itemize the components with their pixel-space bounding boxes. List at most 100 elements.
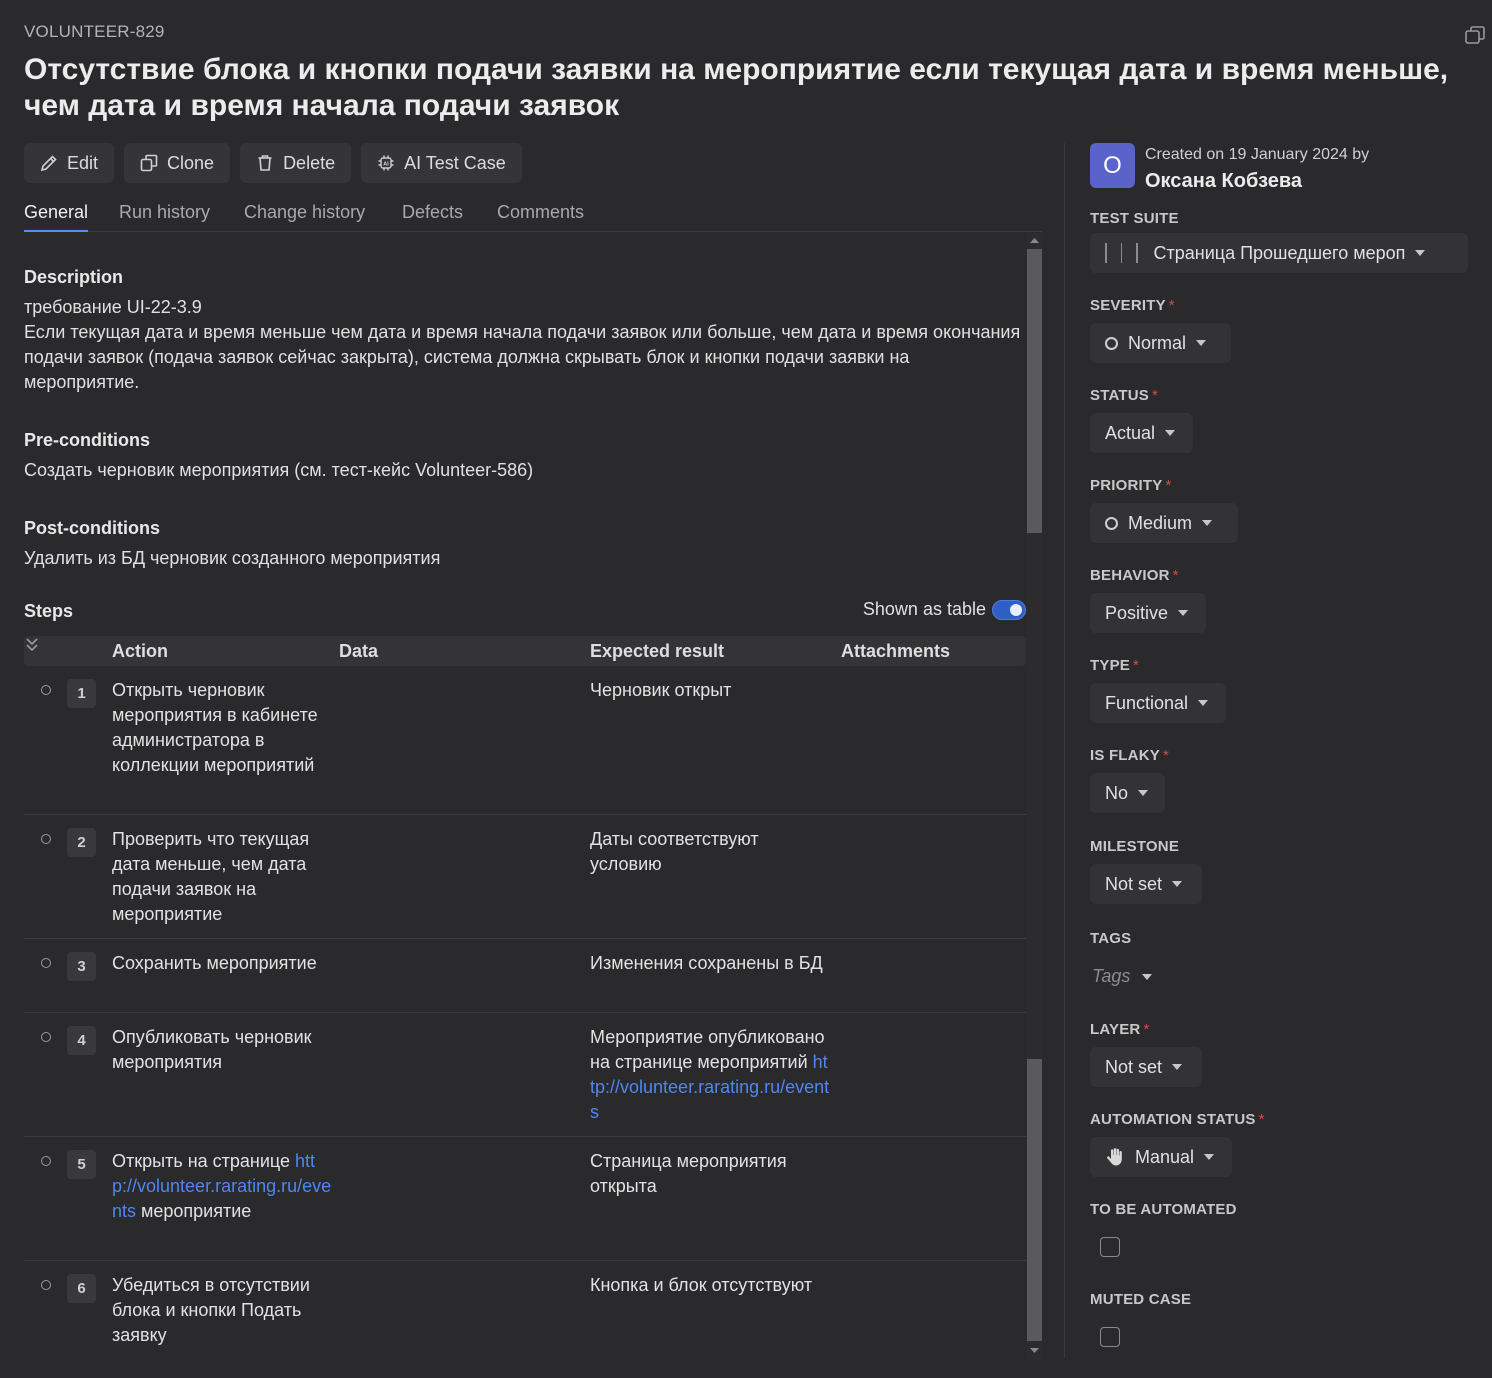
hand-icon	[1107, 1148, 1122, 1166]
chevron-down-icon	[1172, 1064, 1183, 1070]
tab-change-history[interactable]: Change history	[244, 202, 365, 232]
status-select[interactable]: Actual	[1090, 413, 1193, 453]
test-suite-select[interactable]: Страница Прошедшего мероп	[1090, 233, 1468, 273]
chevron-down-icon	[1178, 610, 1189, 616]
required-mark: *	[1162, 747, 1169, 764]
description-line1: требование UI-22-3.9	[24, 297, 202, 317]
step-action: Опубликовать черновик мероприятия	[112, 1027, 312, 1072]
priority-value: Medium	[1128, 512, 1193, 533]
is-flaky-label-text: IS FLAKY	[1090, 747, 1160, 764]
table-row[interactable]: 6 Убедиться в отсутствии блока и кнопки …	[24, 1268, 1026, 1363]
type-label: TYPE *	[1090, 657, 1139, 674]
status-label-text: STATUS	[1090, 387, 1149, 404]
column-data: Data	[339, 641, 379, 661]
step-status-icon	[41, 1280, 51, 1290]
tags-select[interactable]: Tags	[1092, 966, 1153, 987]
step-expected: Даты соответствуют условию	[590, 829, 759, 874]
tab-general[interactable]: General	[24, 202, 89, 232]
muted-case-label: MUTED CASE	[1090, 1291, 1192, 1308]
ai-test-case-button[interactable]: AI AI Test Case	[361, 143, 522, 183]
type-select[interactable]: Functional	[1090, 683, 1226, 723]
column-attachments: Attachments	[841, 641, 951, 661]
tab-defects[interactable]: Defects	[402, 202, 463, 232]
scroll-up-icon[interactable]	[1030, 236, 1039, 245]
steps-heading: Steps	[24, 601, 74, 621]
behavior-label-text: BEHAVIOR	[1090, 567, 1170, 584]
required-mark: *	[1258, 1111, 1265, 1128]
chevron-down-icon	[1202, 520, 1213, 526]
required-mark: *	[1165, 477, 1172, 494]
circle-icon	[1105, 516, 1118, 530]
table-row[interactable]: 3 Сохранить мероприятие Изменения сохран…	[24, 946, 1026, 1013]
table-row[interactable]: 5 Открыть на странице http://volunteer.r…	[24, 1144, 1026, 1261]
test-suite-label: TEST SUITE	[1090, 210, 1179, 227]
scrollbar-thumb[interactable]	[1027, 249, 1042, 533]
step-number: 2	[67, 828, 96, 857]
priority-select[interactable]: Medium	[1090, 503, 1238, 543]
description-text: Если текущая дата и время меньше чем дат…	[24, 322, 1021, 392]
step-action: Открыть черновик мероприятия в кабинете …	[112, 680, 318, 775]
scrollbar-track-segment	[1027, 1059, 1042, 1341]
is-flaky-select[interactable]: No	[1090, 773, 1165, 813]
trash-icon	[258, 155, 272, 171]
test-suite-value: Страница Прошедшего мероп	[1153, 242, 1406, 263]
is-flaky-label: IS FLAKY *	[1090, 747, 1169, 764]
shown-as-table-control: Shown as table	[863, 599, 1026, 620]
panel-divider	[1064, 143, 1065, 1358]
behavior-value: Positive	[1105, 602, 1169, 623]
step-action: Открыть на странице http://volunteer.rar…	[112, 1149, 338, 1224]
ai-test-case-label: AI Test Case	[404, 152, 506, 173]
preconditions-heading: Pre-conditions	[24, 430, 151, 450]
edit-button[interactable]: Edit	[24, 143, 115, 183]
required-mark: *	[1168, 297, 1175, 314]
tab-run-history[interactable]: Run history	[119, 202, 210, 232]
shown-as-table-label: Shown as table	[862, 599, 986, 619]
scroll-down-icon[interactable]	[1030, 1346, 1039, 1355]
muted-case-checkbox[interactable]	[1100, 1327, 1120, 1347]
created-info: Created on 19 January 2024 by	[1145, 146, 1370, 163]
layer-select[interactable]: Not set	[1090, 1047, 1202, 1087]
delete-button[interactable]: Delete	[240, 143, 352, 183]
step-expected: Страница мероприятия открыта	[590, 1151, 787, 1196]
milestone-value: Not set	[1105, 873, 1163, 894]
restore-window-icon[interactable]	[1464, 24, 1486, 46]
toolbar: Edit Clone Delete AI AI Test Case	[24, 143, 522, 183]
clone-label: Clone	[167, 152, 215, 173]
automation-status-label: AUTOMATION STATUS *	[1090, 1111, 1265, 1128]
collapse-all-icon[interactable]	[24, 636, 40, 654]
type-label-text: TYPE	[1090, 657, 1130, 674]
severity-select[interactable]: Normal	[1090, 323, 1231, 363]
behavior-select[interactable]: Positive	[1090, 593, 1206, 633]
column-action: Action	[112, 641, 168, 661]
chevron-down-icon	[1415, 250, 1426, 256]
priority-label-text: PRIORITY	[1090, 477, 1163, 494]
step-expected: Кнопка и блок отсутствуют	[590, 1275, 813, 1295]
severity-value: Normal	[1128, 332, 1187, 353]
general-panel: Description требование UI-22-3.9 Если те…	[24, 233, 1026, 1363]
table-row[interactable]: 2 Проверить что текущая дата меньше, чем…	[24, 822, 1026, 939]
shown-as-table-toggle[interactable]	[992, 599, 1026, 620]
table-row[interactable]: 4 Опубликовать черновик мероприятия Меро…	[24, 1020, 1026, 1137]
severity-label-text: SEVERITY	[1090, 297, 1166, 314]
tab-comments[interactable]: Comments	[497, 202, 584, 232]
required-mark: *	[1172, 567, 1179, 584]
behavior-label: BEHAVIOR *	[1090, 567, 1179, 584]
step-number: 6	[67, 1274, 96, 1303]
clone-button[interactable]: Clone	[124, 143, 231, 183]
milestone-select[interactable]: Not set	[1090, 864, 1202, 904]
is-flaky-value: No	[1105, 782, 1129, 803]
status-label: STATUS *	[1090, 387, 1158, 404]
priority-label: PRIORITY *	[1090, 477, 1172, 494]
case-id: VOLUNTEER-829	[24, 22, 165, 41]
table-row[interactable]: 1 Открыть черновик мероприятия в кабинет…	[24, 673, 1026, 815]
automation-status-select[interactable]: Manual	[1090, 1137, 1232, 1177]
step-number: 4	[67, 1026, 96, 1055]
content-scrollbar[interactable]	[1026, 233, 1043, 1360]
postconditions-text: Удалить из БД черновик созданного меропр…	[24, 548, 441, 568]
to-be-automated-checkbox[interactable]	[1100, 1237, 1120, 1257]
edit-label: Edit	[67, 152, 99, 173]
step-expected: Черновик открыт	[590, 680, 732, 700]
steps-table-header: Action Data Expected result Attachments	[24, 636, 1026, 666]
column-expected-result: Expected result	[590, 641, 725, 661]
tab-bar: General Run history Change history Defec…	[24, 200, 1042, 232]
